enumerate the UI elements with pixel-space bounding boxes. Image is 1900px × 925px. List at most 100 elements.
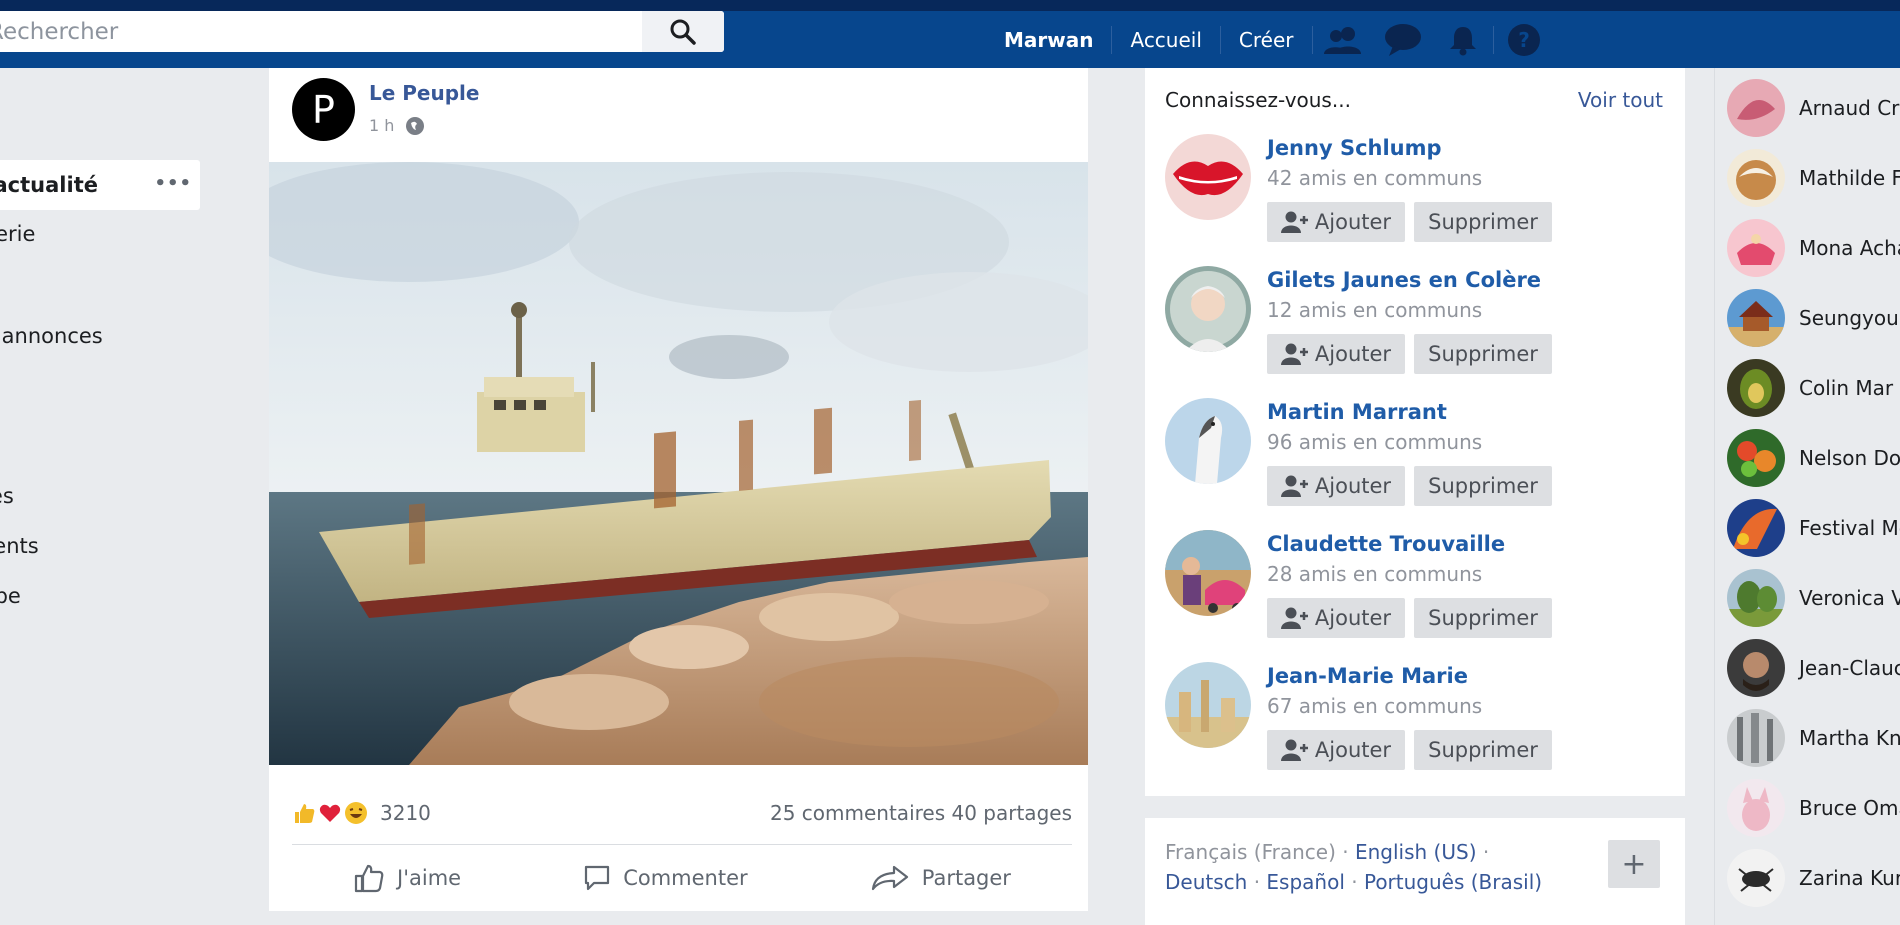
comment-icon	[585, 865, 610, 891]
page-avatar[interactable]: P	[292, 78, 355, 141]
sidebar-item-pages[interactable]: Pages	[0, 484, 14, 508]
like-button[interactable]: J'aime	[353, 863, 461, 893]
reactions-summary[interactable]: 3210	[292, 801, 431, 825]
contact-name: Bruce Oma	[1799, 796, 1900, 820]
contact-name: Seungyou	[1799, 306, 1899, 330]
add-friend-button[interactable]: Ajouter	[1267, 598, 1405, 638]
notifications-button[interactable]	[1433, 11, 1493, 68]
add-friend-button[interactable]: Ajouter	[1267, 730, 1405, 770]
remove-suggestion-button[interactable]: Supprimer	[1414, 730, 1552, 770]
remove-suggestion-button[interactable]: Supprimer	[1414, 598, 1552, 638]
sidebar-item-label: Événements	[0, 534, 39, 558]
avatar	[1727, 149, 1785, 207]
create-link[interactable]: Créer	[1221, 28, 1312, 52]
sidebar-item-label: Groupe	[0, 584, 21, 608]
avatar	[1727, 359, 1785, 417]
person-name[interactable]: Jean-Marie Marie	[1267, 664, 1468, 688]
remove-suggestion-button[interactable]: Supprimer	[1414, 466, 1552, 506]
suggestion-item: Claudette Trouvaille 28 amis en communs …	[1165, 530, 1665, 640]
comment-label: Commenter	[623, 866, 748, 890]
avatar[interactable]	[1165, 266, 1251, 352]
globe-icon	[406, 116, 425, 135]
avatar	[1727, 219, 1785, 277]
bell-icon	[1449, 26, 1476, 55]
add-friend-icon	[1280, 607, 1308, 629]
sidebar-item-events[interactable]: Événements	[0, 534, 39, 558]
contact-name: Colin Mar	[1799, 376, 1894, 400]
add-friend-button[interactable]: Ajouter	[1267, 334, 1405, 374]
suggestions-title: Connaissez-vous...	[1165, 88, 1351, 112]
contact-name: Martha Kn	[1799, 726, 1900, 750]
avatar[interactable]	[1165, 662, 1251, 748]
sidebar-item-messenger[interactable]: Messagerie	[0, 222, 35, 246]
contact-item[interactable]: Mona Acha	[1727, 218, 1900, 278]
contact-name: Festival Mo	[1799, 516, 1900, 540]
avatar	[1727, 779, 1785, 837]
shipwreck-photo	[269, 162, 1088, 765]
avatar[interactable]	[1165, 134, 1251, 220]
contact-item[interactable]: Jean-Clauc	[1727, 638, 1900, 698]
remove-suggestion-button[interactable]: Supprimer	[1414, 334, 1552, 374]
language-row: Deutsch · Español · Português (Brasil)	[1165, 870, 1542, 894]
mutual-friends: 67 amis en communs	[1267, 694, 1483, 718]
post-timestamp[interactable]: 1 h	[369, 116, 394, 135]
contact-item[interactable]: Festival Mo	[1727, 498, 1900, 558]
language-link-portuguese[interactable]: Português (Brasil)	[1364, 870, 1542, 894]
home-link[interactable]: Accueil	[1112, 28, 1219, 52]
contact-item[interactable]: Bruce Oma	[1727, 778, 1900, 838]
add-friend-button[interactable]: Ajouter	[1267, 202, 1405, 242]
sidebar-item-news-feed[interactable]: Fil d'actualité •••	[0, 160, 200, 210]
language-selector-card: Français (France) · English (US) · Deuts…	[1145, 818, 1685, 925]
avatar	[1727, 849, 1785, 907]
more-languages-button[interactable]: +	[1608, 840, 1660, 888]
more-options-icon[interactable]: •••	[154, 173, 192, 194]
avatar	[1727, 709, 1785, 767]
remove-suggestion-button[interactable]: Supprimer	[1414, 202, 1552, 242]
avatar[interactable]	[1165, 530, 1251, 616]
search-input[interactable]	[0, 11, 642, 52]
contact-name: Mona Acha	[1799, 236, 1900, 260]
suggestion-item: Jenny Schlump 42 amis en communs Ajouter…	[1165, 134, 1665, 244]
help-icon: ?	[1507, 23, 1540, 56]
person-name[interactable]: Martin Marrant	[1267, 400, 1447, 424]
avatar	[1727, 79, 1785, 137]
search-button[interactable]	[642, 11, 724, 52]
language-link-german[interactable]: Deutsch	[1165, 870, 1247, 894]
thumbs-up-icon	[354, 864, 384, 893]
help-button[interactable]: ?	[1494, 11, 1554, 68]
sidebar-item-marketplace[interactable]: Petites annonces	[0, 324, 103, 348]
post-photo-shipwreck[interactable]	[269, 162, 1088, 765]
sidebar-item-group[interactable]: Groupe	[0, 584, 21, 608]
contact-item[interactable]: Nelson Do	[1727, 428, 1900, 488]
messages-button[interactable]	[1373, 11, 1433, 68]
profile-link[interactable]: Marwan	[990, 28, 1111, 52]
avatar[interactable]	[1165, 398, 1251, 484]
contact-item[interactable]: Zarina Kur	[1727, 848, 1900, 908]
comments-shares-count[interactable]: 25 commentaires 40 partages	[770, 801, 1072, 825]
contact-item[interactable]: Arnaud Cra	[1727, 78, 1900, 138]
contact-item[interactable]: Martha Kn	[1727, 708, 1900, 768]
current-language: Français (France)	[1165, 840, 1336, 864]
person-name[interactable]: Claudette Trouvaille	[1267, 532, 1505, 556]
see-all-link[interactable]: Voir tout	[1578, 88, 1663, 112]
suggestion-item: Jean-Marie Marie 67 amis en communs Ajou…	[1165, 662, 1665, 772]
language-link-english[interactable]: English (US)	[1355, 840, 1477, 864]
person-name[interactable]: Gilets Jaunes en Colère	[1267, 268, 1541, 292]
language-link-spanish[interactable]: Español	[1266, 870, 1344, 894]
add-friend-button[interactable]: Ajouter	[1267, 466, 1405, 506]
share-button[interactable]: Partager	[870, 864, 1011, 892]
contact-item[interactable]: Seungyou	[1727, 288, 1899, 348]
contact-item[interactable]: Mathilde F	[1727, 148, 1900, 208]
person-name[interactable]: Jenny Schlump	[1267, 136, 1442, 160]
friend-requests-button[interactable]	[1313, 11, 1373, 68]
post-author[interactable]: Le Peuple	[369, 81, 479, 105]
sidebar-item-label: Pages	[0, 484, 14, 508]
contact-item[interactable]: Veronica V	[1727, 568, 1900, 628]
separator-dot: ·	[1342, 840, 1355, 864]
comment-button[interactable]: Commenter	[583, 864, 748, 892]
messenger-icon	[1384, 23, 1421, 56]
add-label: Ajouter	[1314, 738, 1392, 762]
mutual-friends: 12 amis en communs	[1267, 298, 1483, 322]
contact-item[interactable]: Colin Mar	[1727, 358, 1893, 418]
post-stats: 3210 25 commentaires 40 partages	[292, 798, 1072, 828]
